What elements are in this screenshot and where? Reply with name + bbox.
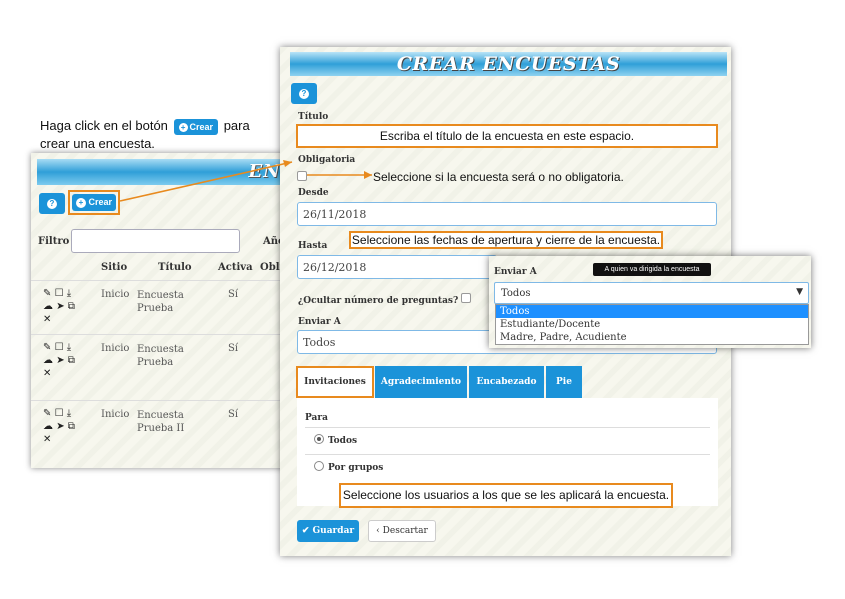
option-padres[interactable]: Madre, Padre, Acudiente [496,331,808,344]
caret-down-icon: ▼ [796,287,803,297]
tooltip: A quien va dirigida la encuesta [593,263,711,276]
arrow-crear [119,161,293,202]
selected-value: Todos [501,288,531,299]
enviar-select-open[interactable]: Todos ▼ [494,282,809,304]
arrowhead [364,171,372,179]
dropdown-options: Todos Estudiante/Docente Madre, Padre, A… [495,304,809,345]
option-estudiante-docente[interactable]: Estudiante/Docente [496,318,808,331]
enviar-dropdown-popup: Enviar A A quien va dirigida la encuesta… [489,256,811,348]
option-todos[interactable]: Todos [496,305,808,318]
popup-label: Enviar A [494,267,537,277]
arrowhead [283,160,292,167]
